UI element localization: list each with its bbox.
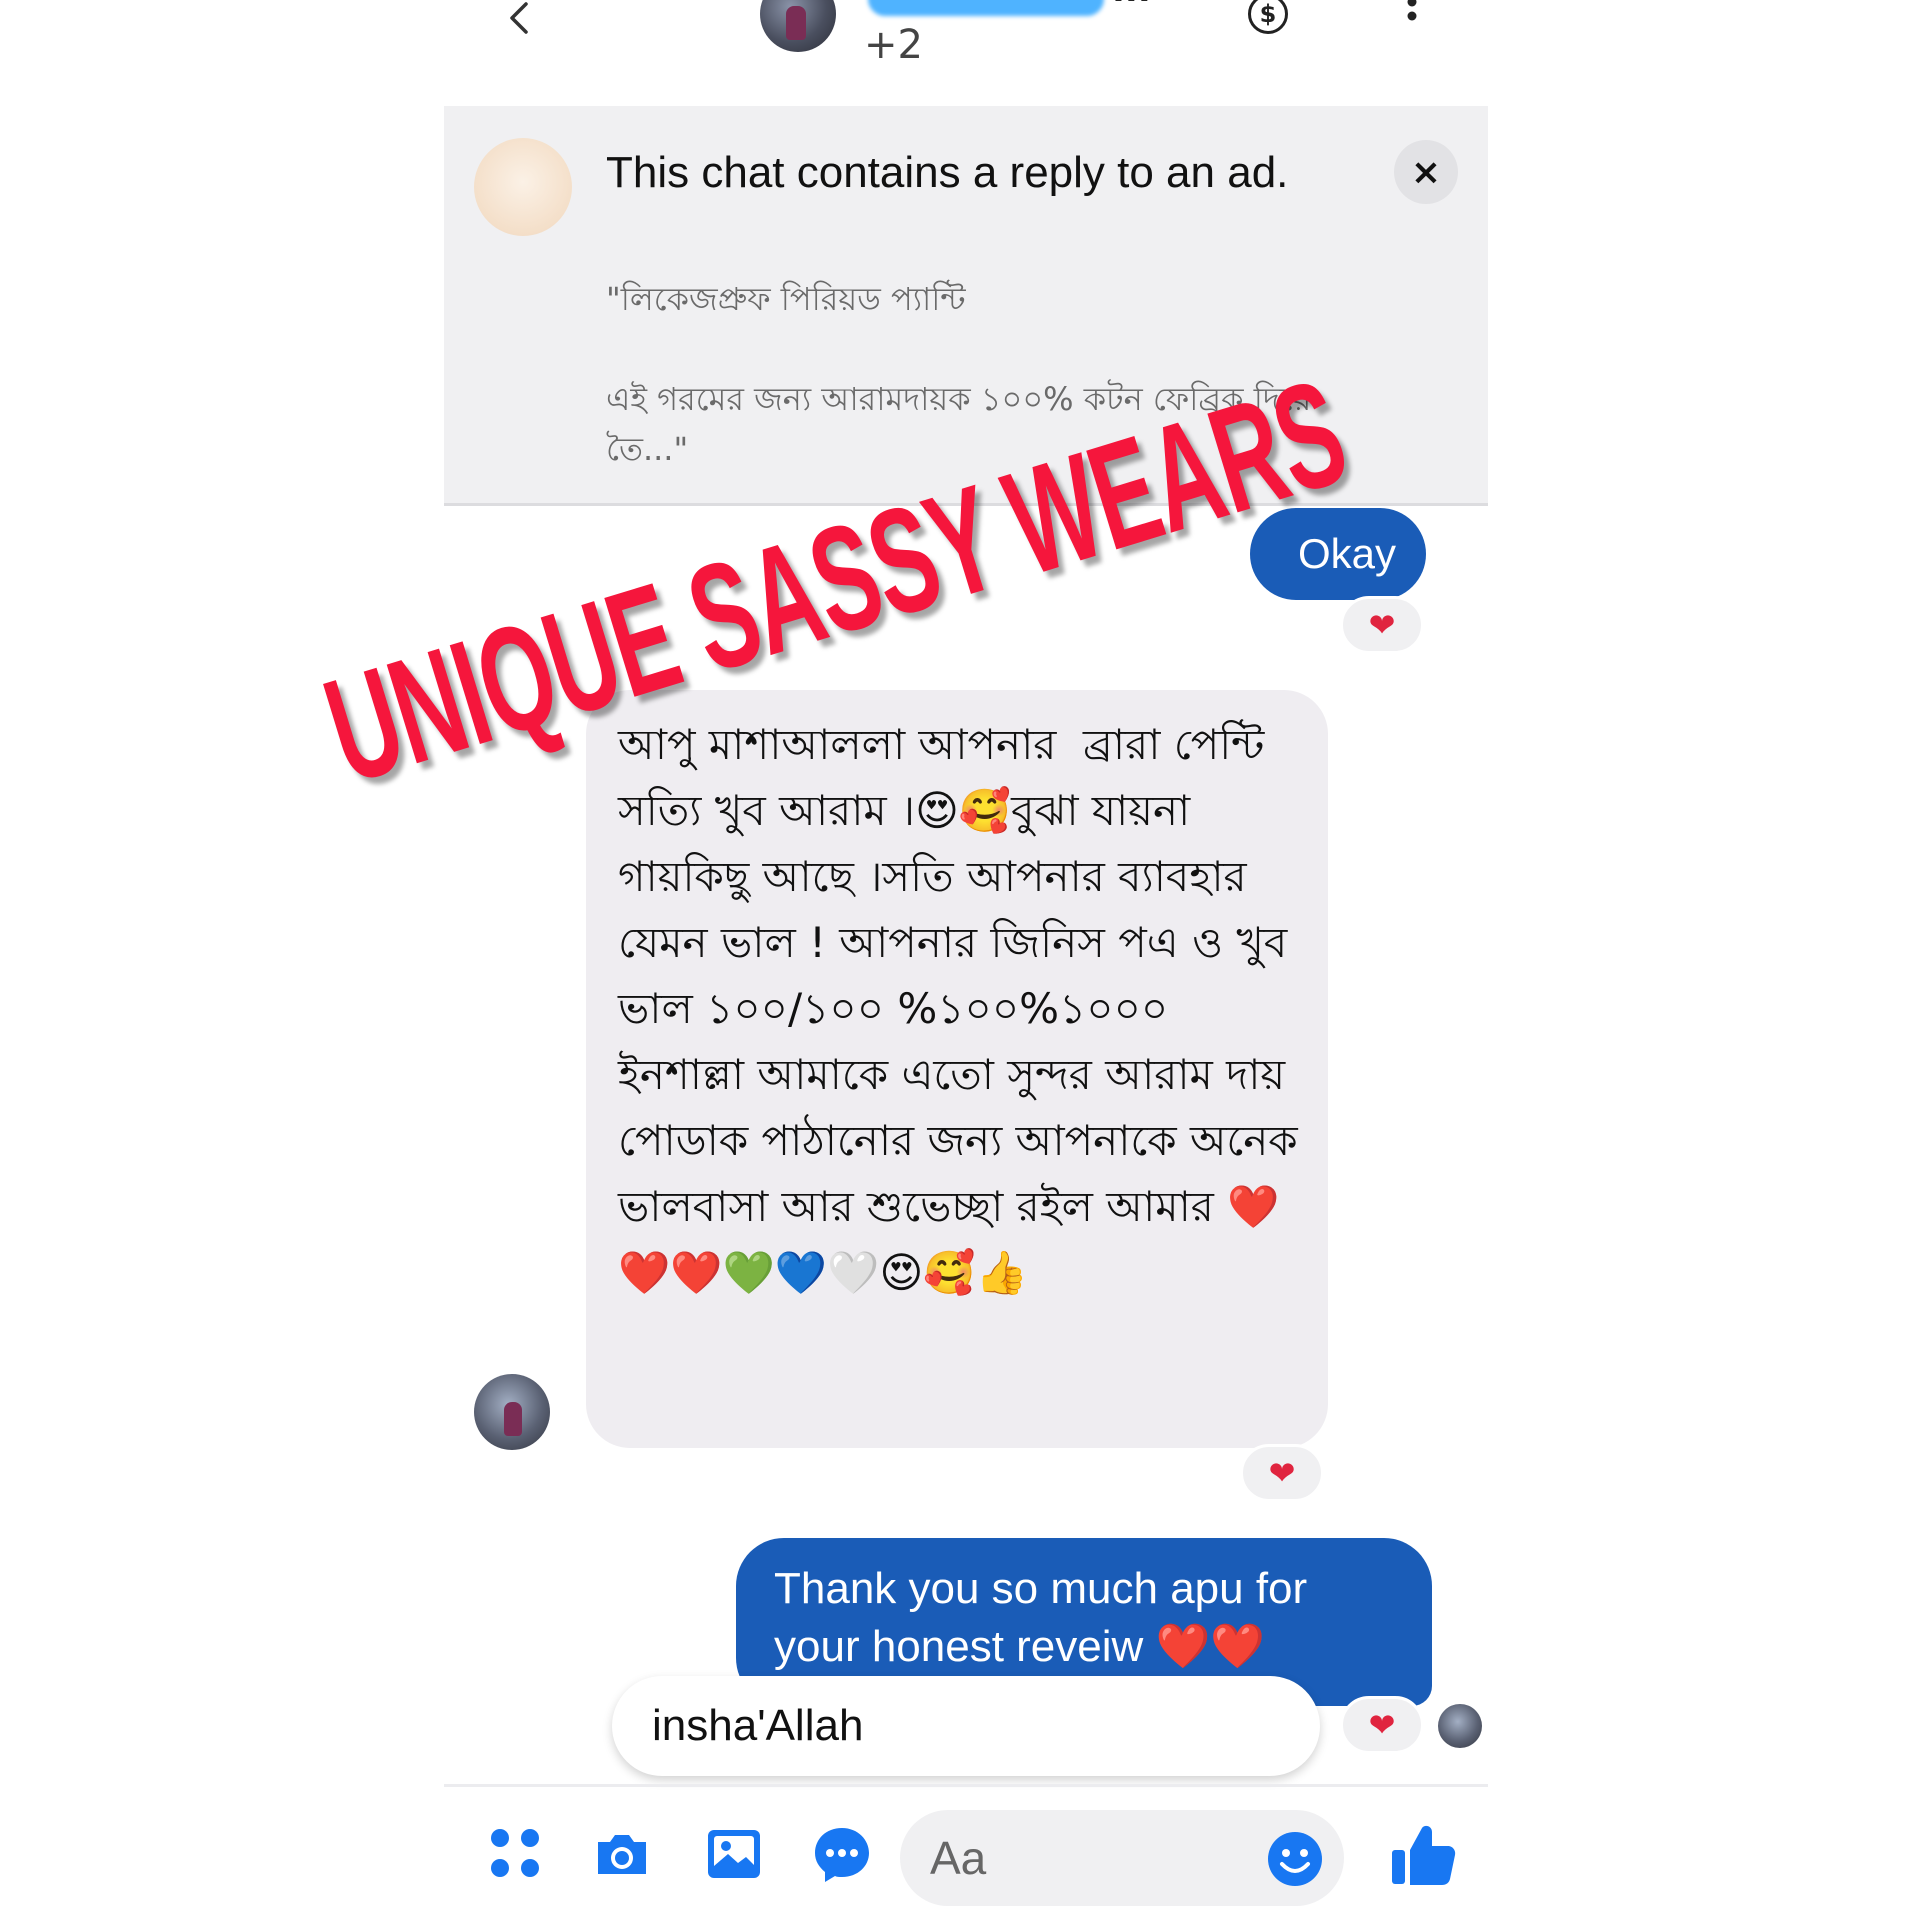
close-icon[interactable]: × (1394, 140, 1458, 204)
dollar-icon[interactable]: $ (1248, 0, 1288, 34)
message-bubble-incoming[interactable]: আপু মাশাআললা আপনার ব্রারা পেন্টি সত্যি খ… (586, 690, 1328, 1448)
more-icon[interactable] (1404, 0, 1420, 36)
sender-avatar[interactable] (474, 1374, 550, 1450)
composer-divider (444, 1784, 1488, 1787)
smiley-icon[interactable] (1266, 1830, 1324, 1888)
header-avatar[interactable] (760, 0, 836, 52)
header-name-dots: ... (1112, 0, 1151, 10)
like-icon[interactable] (1388, 1820, 1458, 1890)
ad-quote-text[interactable]: "লিকেজপ্রুফ পিরিয়ড প্যান্টি এই গরমের জন… (606, 274, 1366, 474)
ad-context-banner: This chat contains a reply to an ad. "লি… (444, 106, 1488, 506)
gallery-icon[interactable] (702, 1822, 766, 1886)
heart-icon[interactable]: ❤ (1240, 1444, 1324, 1502)
camera-icon[interactable] (590, 1822, 654, 1886)
ad-banner-title: This chat contains a reply to an ad. (606, 148, 1289, 197)
back-icon[interactable] (500, 0, 540, 40)
chat-icon[interactable] (810, 1822, 874, 1886)
message-bubble-outgoing[interactable]: Okay (1250, 508, 1426, 600)
heart-icon[interactable]: ❤ (1340, 596, 1424, 654)
participants-extra-count: +2 (864, 22, 923, 68)
heart-icon[interactable]: ❤ (1340, 1696, 1424, 1754)
ad-thumbnail[interactable] (474, 138, 572, 236)
header-name-redacted (868, 0, 1104, 16)
seen-avatar (1438, 1704, 1482, 1748)
apps-icon[interactable] (484, 1822, 548, 1886)
message-bubble-reply[interactable]: insha'Allah (612, 1676, 1320, 1776)
